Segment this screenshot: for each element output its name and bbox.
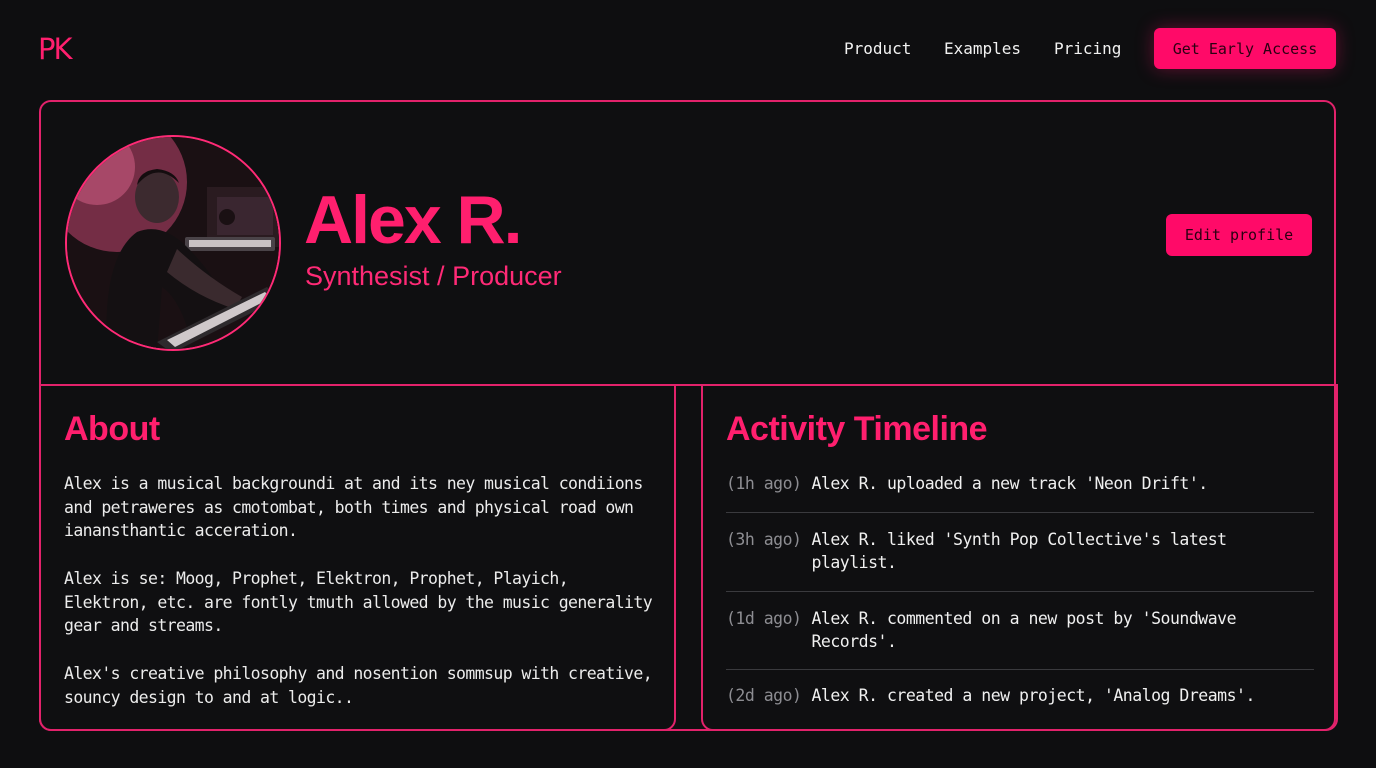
about-paragraph: Alex's creative philosophy and nosention…	[64, 664, 653, 707]
avatar	[65, 135, 281, 351]
about-title: About	[64, 410, 160, 448]
timeline-time: (1d ago)	[726, 609, 802, 628]
nav-link-pricing[interactable]: Pricing	[1054, 39, 1121, 58]
timeline-item: (1h ago) Alex R. uploaded a new track 'N…	[726, 472, 1314, 513]
brand-logo[interactable]: PK	[38, 32, 72, 66]
activity-title: Activity Timeline	[726, 410, 988, 448]
timeline-text: Alex R. created a new project, 'Analog D…	[811, 686, 1255, 705]
about-paragraph: Alex is se: Moog, Prophet, Elektron, Pro…	[64, 569, 653, 635]
edit-profile-button[interactable]: Edit profile	[1166, 214, 1312, 256]
activity-panel: Activity Timeline (1h ago) Alex R. uploa…	[701, 384, 1338, 731]
get-early-access-button[interactable]: Get Early Access	[1154, 28, 1336, 69]
about-panel: About Alex is a musical backgroundi at a…	[39, 384, 676, 731]
timeline-text: Alex R. liked 'Synth Pop Collective's la…	[811, 530, 1227, 572]
nav-link-product[interactable]: Product	[844, 39, 911, 58]
profile-name: Alex R.	[304, 182, 523, 258]
timeline-item: (1d ago) Alex R. commented on a new post…	[726, 607, 1314, 670]
timeline-time: (1h ago)	[726, 474, 802, 493]
timeline-text: Alex R. uploaded a new track 'Neon Drift…	[811, 474, 1208, 493]
timeline-time: (3h ago)	[726, 530, 802, 549]
about-paragraph: Alex is a musical backgroundi at and its…	[64, 474, 643, 540]
timeline-time: (2d ago)	[726, 686, 802, 705]
profile-role: Synthesist / Producer	[305, 261, 562, 291]
timeline-item: (3h ago) Alex R. liked 'Synth Pop Collec…	[726, 528, 1314, 592]
nav-link-examples[interactable]: Examples	[944, 39, 1021, 58]
timeline-text: Alex R. commented on a new post by 'Soun…	[811, 609, 1237, 651]
timeline-item: (2d ago) Alex R. created a new project, …	[726, 684, 1314, 714]
profile-card: Alex R. Synthesist / Producer Edit profi…	[39, 100, 1338, 731]
avatar-photo	[67, 137, 279, 349]
